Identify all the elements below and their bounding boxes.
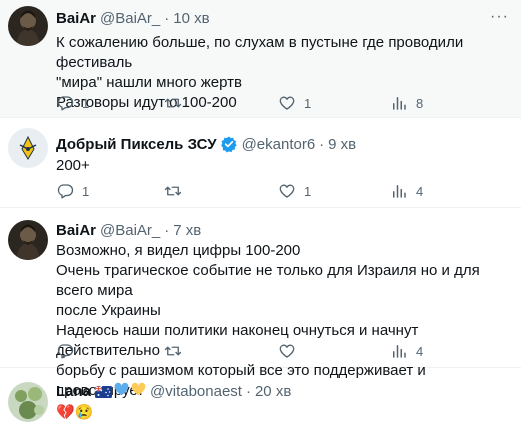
- separator-dot: ·: [319, 135, 325, 153]
- author-handle[interactable]: @vitabonaest: [150, 383, 242, 400]
- view-count: 4: [416, 183, 424, 199]
- reply-button[interactable]: [56, 342, 82, 360]
- tweet-text: 💔😢: [56, 403, 511, 423]
- reply-count: 1: [82, 183, 90, 199]
- views-icon: [393, 185, 406, 198]
- reply-button[interactable]: 1: [56, 94, 89, 112]
- separator-dot: ·: [164, 10, 170, 27]
- tweet-actions: 4: [56, 342, 436, 362]
- tweet-line: К сожалению больше, по слухам в пустыне …: [56, 34, 468, 71]
- verified-badge-icon: [220, 135, 238, 153]
- retweet-icon: [164, 98, 182, 108]
- reply-icon: [57, 184, 74, 199]
- tweet-text: 200+: [56, 156, 511, 176]
- avatar[interactable]: [8, 220, 48, 260]
- tweet-header: BaiAr @BaiAr_ · 7 хв: [56, 222, 201, 239]
- author-name[interactable]: Добрый Пиксель ЗСУ: [56, 136, 217, 153]
- like-count: 1: [304, 95, 312, 111]
- author-handle[interactable]: @BaiAr_: [100, 10, 160, 27]
- author-handle[interactable]: @ekantor6: [242, 136, 316, 153]
- separator-dot: ·: [245, 382, 251, 400]
- retweet-button[interactable]: [164, 94, 190, 112]
- australia-flag-icon: [94, 385, 113, 398]
- like-icon: [279, 344, 295, 358]
- tweet-dobryi-piksel[interactable]: Добрый Пиксель ЗСУ @ekantor6 · 9 хв 200+…: [0, 118, 521, 208]
- more-icon[interactable]: ···: [490, 8, 509, 26]
- view-count: 8: [416, 95, 424, 111]
- views-button[interactable]: 4: [390, 342, 423, 360]
- tweet-actions: 1 1 8: [56, 94, 436, 114]
- like-button[interactable]: 1: [278, 182, 311, 200]
- like-button[interactable]: [278, 342, 304, 360]
- retweet-button[interactable]: [164, 182, 190, 200]
- reply-button[interactable]: 1: [56, 182, 89, 200]
- retweet-button[interactable]: [164, 342, 190, 360]
- tweet-line: Возможно, я видел цифры 100-200: [56, 242, 301, 259]
- avatar[interactable]: [8, 382, 48, 422]
- tweet-line: 💔😢: [56, 404, 94, 421]
- tweet-baiar-2[interactable]: BaiAr @BaiAr_ · 7 хв Возможно, я видел ц…: [0, 208, 521, 399]
- retweet-icon: [164, 346, 182, 356]
- author-name[interactable]: BaiAr: [56, 222, 96, 239]
- like-button[interactable]: 1: [278, 94, 311, 112]
- tweet-header: Lana @vitabonaest · 20 хв: [56, 382, 291, 400]
- author-name[interactable]: Lana: [56, 383, 91, 400]
- like-icon: [279, 184, 295, 198]
- retweet-icon: [164, 186, 182, 196]
- like-count: 1: [304, 183, 312, 199]
- views-button[interactable]: 4: [390, 182, 423, 200]
- author-name[interactable]: BaiAr: [56, 10, 96, 27]
- view-count: 4: [416, 343, 424, 359]
- timestamp[interactable]: 7 хв: [173, 222, 201, 239]
- yellow-heart-icon: [131, 382, 146, 400]
- separator-dot: ·: [164, 222, 170, 239]
- tweet-header: Добрый Пиксель ЗСУ @ekantor6 · 9 хв: [56, 135, 356, 153]
- tweet-actions: 1 1 4: [56, 182, 436, 202]
- tweet-lana[interactable]: Lana @vitabonaest · 20 хв 💔😢: [0, 368, 521, 430]
- like-icon: [279, 96, 295, 110]
- tweet-line: "мира" нашли много жертв: [56, 74, 242, 91]
- timestamp[interactable]: 9 хв: [328, 136, 356, 153]
- avatar[interactable]: [8, 128, 48, 168]
- tweet-line: 200+: [56, 157, 90, 174]
- timestamp[interactable]: 10 хв: [173, 10, 209, 27]
- tweet-header: BaiAr @BaiAr_ · 10 хв: [56, 10, 210, 27]
- avatar[interactable]: [8, 6, 48, 46]
- author-handle[interactable]: @BaiAr_: [100, 222, 160, 239]
- tweet-line: Очень трагическое событие не только для …: [56, 262, 484, 299]
- views-icon: [393, 97, 406, 110]
- views-button[interactable]: 8: [390, 94, 423, 112]
- tweet-line: после Украины: [56, 302, 161, 319]
- reply-count: 1: [82, 95, 90, 111]
- reply-icon: [57, 96, 74, 111]
- timestamp[interactable]: 20 хв: [255, 383, 291, 400]
- tweet-baiar-1[interactable]: BaiAr @BaiAr_ · 10 хв ··· К сожалению бо…: [0, 0, 521, 118]
- reply-icon: [57, 344, 74, 359]
- views-icon: [393, 345, 406, 358]
- blue-heart-icon: [114, 382, 129, 400]
